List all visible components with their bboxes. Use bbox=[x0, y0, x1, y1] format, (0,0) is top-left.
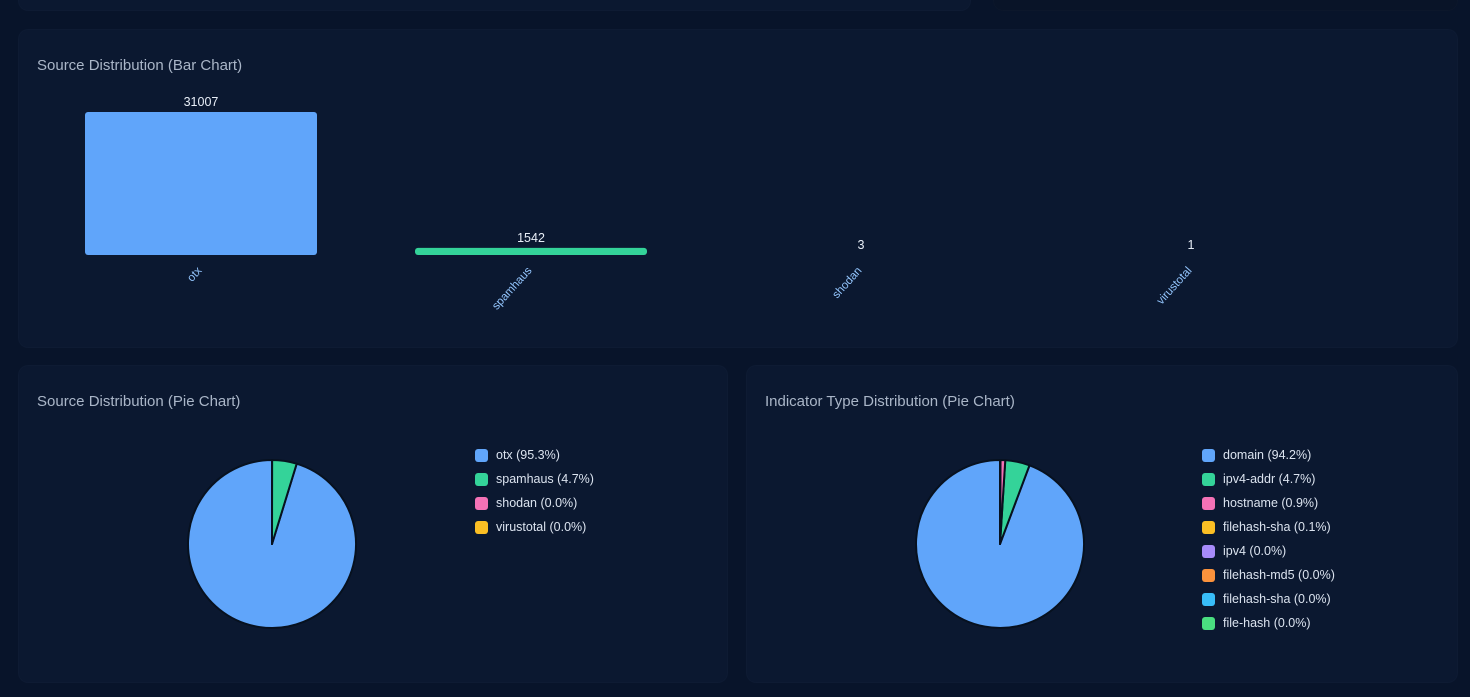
source-bar-chart: 31007 otx 1542 spamhaus 3 shodan 1 virustotal bbox=[85, 95, 1195, 313]
bar-value-label-spamhaus: 1542 bbox=[517, 231, 545, 245]
top-right-panel bbox=[993, 0, 1458, 11]
indicator-pie-legend-swatch bbox=[1202, 568, 1215, 582]
bar-spamhaus bbox=[415, 247, 647, 255]
bar-otx bbox=[85, 112, 317, 255]
indicator-pie-legend-item-ipv4-4: ipv4 (0.0%) bbox=[1202, 539, 1335, 563]
indicator-pie-legend-label: filehash-md5 (0.0%) bbox=[1223, 568, 1335, 582]
bar-value-label-otx: 31007 bbox=[184, 95, 219, 109]
bar-value-label-virustotal: 1 bbox=[1188, 238, 1195, 252]
indicator-pie-chart-panel: Indicator Type Distribution (Pie Chart) … bbox=[746, 365, 1458, 683]
indicator-pie-legend-swatch bbox=[1202, 472, 1215, 486]
indicator-pie-legend-swatch bbox=[1202, 496, 1215, 510]
indicator-pie-legend-item-filehash-md5-5: filehash-md5 (0.0%) bbox=[1202, 563, 1335, 587]
indicator-pie-slice-filehash-sha-3 bbox=[999, 459, 1002, 545]
top-left-panel bbox=[18, 0, 971, 11]
source-bar-chart-panel: Source Distribution (Bar Chart) 31007 otx… bbox=[18, 29, 1458, 348]
indicator-pie-legend-label: hostname (0.9%) bbox=[1223, 496, 1319, 510]
source-pie-legend-swatch bbox=[475, 472, 488, 486]
source-pie-chart-panel: Source Distribution (Pie Chart) otx (95.… bbox=[18, 365, 728, 683]
source-pie-legend-swatch bbox=[475, 520, 488, 534]
indicator-pie-legend-item-hostname-2: hostname (0.9%) bbox=[1202, 491, 1335, 515]
source-pie-legend-label: otx (95.3%) bbox=[496, 448, 560, 462]
indicator-pie-legend-label: ipv4 (0.0%) bbox=[1223, 544, 1287, 558]
source-pie-legend-item-shodan-2: shodan (0.0%) bbox=[475, 491, 594, 515]
source-pie-chart bbox=[187, 458, 357, 629]
source-pie-legend-label: shodan (0.0%) bbox=[496, 496, 578, 510]
bar-value-label-shodan: 3 bbox=[858, 238, 865, 252]
indicator-pie-legend-item-filehash-sha-3: filehash-sha (0.1%) bbox=[1202, 515, 1335, 539]
indicator-pie-legend-label: ipv4-addr (4.7%) bbox=[1223, 472, 1316, 486]
indicator-pie-legend-item-file-hash-7: file-hash (0.0%) bbox=[1202, 611, 1335, 635]
source-pie-legend-label: virustotal (0.0%) bbox=[496, 520, 587, 534]
source-pie-legend-item-spamhaus-1: spamhaus (4.7%) bbox=[475, 467, 594, 491]
indicator-pie-legend-item-filehash-sha-6: filehash-sha (0.0%) bbox=[1202, 587, 1335, 611]
indicator-pie-legend-swatch bbox=[1202, 448, 1215, 462]
indicator-pie-chart bbox=[915, 459, 1085, 629]
indicator-pie-legend-label: domain (94.2%) bbox=[1223, 448, 1312, 462]
indicator-pie-legend-swatch bbox=[1202, 520, 1215, 534]
source-pie-legend: otx (95.3%) spamhaus (4.7%) shodan (0.0%) v… bbox=[475, 443, 594, 539]
source-pie-legend-item-otx-0: otx (95.3%) bbox=[475, 443, 594, 467]
x-tick-label-shodan: shodan bbox=[830, 265, 864, 301]
indicator-pie-legend-item-ipv4-addr-1: ipv4-addr (4.7%) bbox=[1202, 467, 1335, 491]
x-tick-label-virustotal: virustotal bbox=[1155, 265, 1195, 307]
source-pie-legend-swatch bbox=[475, 496, 488, 510]
x-tick-label-spamhaus: spamhaus bbox=[490, 265, 535, 313]
indicator-pie-legend-label: filehash-sha (0.0%) bbox=[1223, 592, 1331, 606]
source-pie-legend-swatch bbox=[475, 448, 488, 462]
indicator-pie-legend-label: filehash-sha (0.1%) bbox=[1223, 520, 1331, 534]
indicator-pie-legend-item-domain-0: domain (94.2%) bbox=[1202, 443, 1335, 467]
indicator-pie-legend-swatch bbox=[1202, 616, 1215, 630]
source-pie-legend-label: spamhaus (4.7%) bbox=[496, 472, 594, 486]
indicator-pie-legend-swatch bbox=[1202, 544, 1215, 558]
indicator-pie-legend-swatch bbox=[1202, 592, 1215, 606]
indicator-pie-legend-label: file-hash (0.0%) bbox=[1223, 616, 1311, 630]
x-tick-label-otx: otx bbox=[185, 265, 204, 285]
source-pie-legend-item-virustotal-3: virustotal (0.0%) bbox=[475, 515, 594, 539]
indicator-pie-legend: domain (94.2%) ipv4-addr (4.7%) hostname (… bbox=[1202, 443, 1335, 635]
